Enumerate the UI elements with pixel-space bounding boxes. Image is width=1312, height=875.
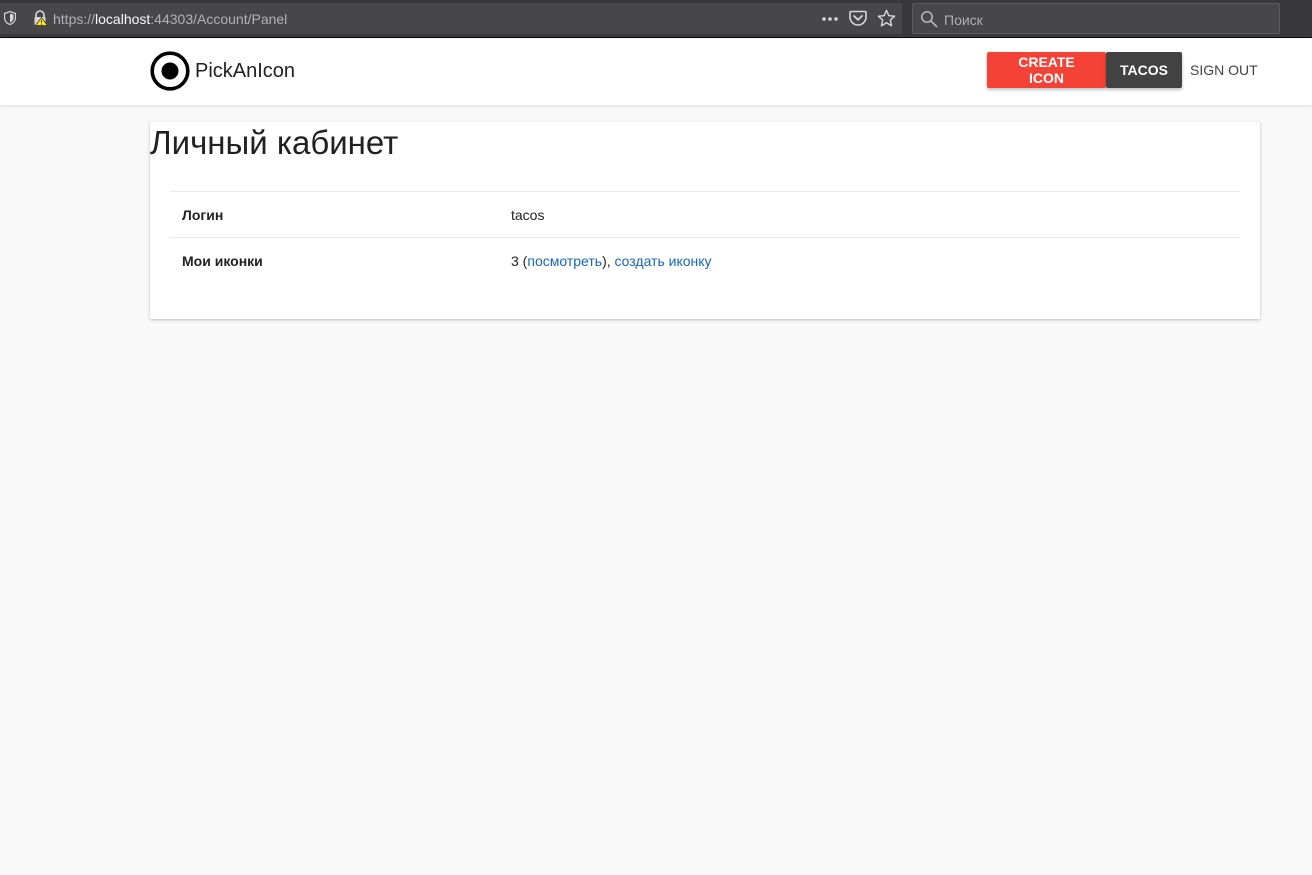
address-bar[interactable]: https://localhost:44303/Account/Panel bbox=[0, 3, 902, 34]
create-icon-button[interactable]: CREATE ICON bbox=[987, 52, 1106, 88]
url-host: localhost bbox=[95, 11, 151, 27]
create-icon-link[interactable]: создать иконку bbox=[615, 253, 712, 269]
view-icons-link[interactable]: посмотреть bbox=[527, 253, 602, 269]
target-logo-icon bbox=[150, 51, 190, 91]
login-label: Логин bbox=[182, 206, 224, 223]
shield-icon[interactable] bbox=[4, 11, 16, 25]
app-header: PickAnIcon CREATE ICON TACOS SIGN OUT bbox=[0, 39, 1312, 105]
my-icons-label: Мои иконки bbox=[182, 252, 263, 269]
sign-out-link[interactable]: SIGN OUT bbox=[1190, 52, 1258, 88]
user-account-button[interactable]: TACOS bbox=[1106, 52, 1182, 88]
url-scheme: https:// bbox=[53, 11, 96, 27]
my-icons-value: 3 (посмотреть), создать иконку bbox=[499, 238, 1240, 284]
search-placeholder: Поиск bbox=[944, 12, 983, 28]
url-path: :44303/Account/Panel bbox=[150, 11, 288, 27]
more-icon[interactable] bbox=[820, 11, 840, 27]
search-icon bbox=[920, 10, 938, 28]
account-info-table: Логин tacos Мои иконки 3 (посмотреть), с… bbox=[170, 191, 1240, 284]
icon-count: 3 bbox=[511, 252, 519, 269]
brand-home-link[interactable]: PickAnIcon bbox=[150, 51, 295, 91]
url-text[interactable]: https://localhost:44303/Account/Panel bbox=[53, 11, 287, 27]
page-title: Личный кабинет bbox=[150, 124, 399, 161]
separator: ), bbox=[602, 252, 615, 269]
browser-toolbar: https://localhost:44303/Account/Panel По… bbox=[0, 0, 1312, 38]
lock-warning-icon[interactable] bbox=[32, 10, 48, 26]
header-nav: CREATE ICON TACOS SIGN OUT bbox=[987, 52, 1258, 88]
pocket-icon[interactable] bbox=[849, 10, 867, 27]
browser-search-field[interactable]: Поиск bbox=[912, 3, 1280, 34]
table-row-my-icons: Мои иконки 3 (посмотреть), создать иконк… bbox=[170, 237, 1240, 284]
login-value: tacos bbox=[511, 206, 545, 223]
brand-name: PickAnIcon bbox=[195, 59, 296, 82]
star-icon[interactable] bbox=[877, 9, 896, 28]
table-row-login: Логин tacos bbox=[170, 191, 1240, 238]
account-panel-card: Личный кабинет Логин tacos Мои иконки 3 … bbox=[150, 122, 1260, 319]
